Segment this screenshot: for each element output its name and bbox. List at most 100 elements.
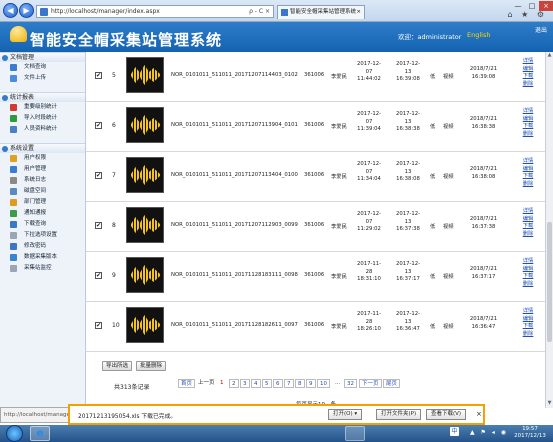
sidebar-item-notifications[interactable]: 通知通报 [0, 208, 85, 219]
page-number-link[interactable]: 6 [273, 379, 283, 388]
page-number-link[interactable]: 7 [284, 379, 294, 388]
page-number-link[interactable]: 8 [295, 379, 305, 388]
delete-link[interactable]: 删除 [518, 131, 538, 139]
open-file-button[interactable]: 打开(O) ▾ [328, 409, 363, 420]
download-link[interactable]: 下载 [518, 123, 538, 131]
app-taskbar-icon[interactable] [345, 426, 365, 441]
sidebar-item-disk-space[interactable]: 磁盘空间 [0, 186, 85, 197]
prev-page-button[interactable]: 上一页 [196, 379, 217, 388]
import-date: 2017-12- [395, 111, 421, 117]
language-link[interactable]: English [467, 31, 490, 39]
sidebar-item-system-log[interactable]: 系统日志 [0, 175, 85, 186]
delete-link[interactable]: 删除 [518, 81, 538, 89]
audio-waveform-thumbnail[interactable] [126, 57, 164, 93]
sidebar-item-station-monitor[interactable]: 采集站监控 [0, 263, 85, 274]
sidebar-item-dropdown-settings[interactable]: 下拉选项设置 [0, 230, 85, 241]
download-link[interactable]: 下载 [518, 173, 538, 181]
row-checkbox[interactable]: ✔ [95, 172, 102, 179]
first-page-button[interactable]: 首页 [178, 379, 196, 388]
page-number-link[interactable]: 32 [344, 379, 357, 388]
audio-waveform-thumbnail[interactable] [126, 207, 164, 243]
detail-link[interactable]: 详情 [518, 208, 538, 216]
delete-link[interactable]: 删除 [518, 331, 538, 339]
password-icon [10, 243, 17, 250]
input-language-icon[interactable]: 中 [450, 427, 459, 436]
clock[interactable]: 19:57 2017/12/13 [510, 426, 550, 440]
page-number-link[interactable]: 5 [262, 379, 272, 388]
tab-close-icon[interactable]: × [356, 6, 361, 19]
page-number-link[interactable]: 4 [251, 379, 261, 388]
page-number-link[interactable]: 1 [218, 379, 226, 388]
row-checkbox[interactable]: ✔ [95, 222, 102, 229]
sidebar-item-document-query[interactable]: 文档查询 [0, 62, 85, 73]
view-downloads-button[interactable]: 查看下载(V) [426, 409, 467, 420]
delete-link[interactable]: 删除 [518, 181, 538, 189]
row-actions: 详情 编辑 下载 删除 [518, 258, 538, 288]
waveform-icon [131, 265, 161, 285]
back-button[interactable]: ◀ [3, 3, 18, 18]
page-ellipsis[interactable]: ... [333, 379, 343, 388]
detail-link[interactable]: 详情 [518, 258, 538, 266]
sidebar-item-file-upload[interactable]: 文件上传 [0, 73, 85, 84]
row-checkbox[interactable]: ✔ [95, 122, 102, 129]
next-page-button[interactable]: 下一页 [359, 379, 382, 388]
sidebar-item-user-management[interactable]: 用户管理 [0, 164, 85, 175]
import-time: 2017-12- 13 16:39:08 [391, 61, 425, 84]
sidebar-item-change-password[interactable]: 修改密码 [0, 241, 85, 252]
page-number-link[interactable]: 9 [306, 379, 316, 388]
delete-link[interactable]: 删除 [518, 281, 538, 289]
scroll-down-icon[interactable]: ▼ [546, 400, 553, 408]
system-tray-icons[interactable]: ▲ ⚑ ◂ ◉ [470, 429, 508, 436]
open-folder-button[interactable]: 打开文件夹(P) [376, 409, 422, 420]
home-favorites-settings-icons[interactable]: ⌂ ★ ⚙ [507, 10, 547, 19]
sidebar-item-personnel-stats[interactable]: 人员资料统计 [0, 124, 85, 135]
download-link[interactable]: 下载 [518, 73, 538, 81]
detail-link[interactable]: 详情 [518, 58, 538, 66]
open-dropdown-icon[interactable]: ▾ [354, 411, 357, 417]
logout-link[interactable]: 退出 [535, 25, 547, 34]
detail-link[interactable]: 详情 [518, 108, 538, 116]
vertical-scrollbar[interactable]: ▲ ▼ [545, 52, 553, 408]
row-checkbox[interactable]: ✔ [95, 272, 102, 279]
sidebar-item-user-permissions[interactable]: 用户权限 [0, 153, 85, 164]
close-download-bar-icon[interactable]: × [476, 410, 482, 418]
sidebar-group-settings[interactable]: 系统设置 [0, 143, 85, 153]
internet-explorer-taskbar-icon[interactable]: e [30, 426, 50, 441]
detail-link[interactable]: 详情 [518, 158, 538, 166]
row-checkbox[interactable]: ✔ [95, 322, 102, 329]
page-number-link[interactable]: 2 [229, 379, 239, 388]
download-link[interactable]: 下载 [518, 223, 538, 231]
start-button[interactable] [6, 425, 23, 442]
batch-delete-button[interactable]: 批量删除 [136, 361, 167, 371]
page-number-link[interactable]: 10 [317, 379, 330, 388]
scroll-thumb[interactable] [547, 222, 552, 342]
sidebar-group-reports[interactable]: 统计报表 [0, 92, 85, 102]
sidebar-item-download-query[interactable]: 下载查询 [0, 219, 85, 230]
audio-waveform-thumbnail[interactable] [126, 107, 164, 143]
upload-time: 2018/7/21 16:37:38 [466, 216, 501, 231]
row-checkbox[interactable]: ✔ [95, 72, 102, 79]
address-tools[interactable]: ρ - C × [249, 6, 270, 17]
sidebar-item-importance-stats[interactable]: 重要级别统计 [0, 102, 85, 113]
detail-link[interactable]: 详情 [518, 308, 538, 316]
delete-link[interactable]: 删除 [518, 231, 538, 239]
scroll-up-icon[interactable]: ▲ [546, 52, 553, 60]
last-page-button[interactable]: 尾页 [383, 379, 401, 388]
sidebar-item-department-management[interactable]: 部门管理 [0, 197, 85, 208]
row-actions: 详情 编辑 下载 删除 [518, 158, 538, 188]
download-link[interactable]: 下载 [518, 273, 538, 281]
audio-waveform-thumbnail[interactable] [126, 307, 164, 343]
export-selected-button[interactable]: 导出所选 [102, 361, 133, 371]
forward-button[interactable]: ▶ [19, 3, 34, 18]
address-url[interactable]: http://localhost/manager/index.aspx [51, 8, 160, 15]
import-clock: 16:37:17 [396, 276, 420, 282]
sidebar-item-collector-version[interactable]: 数据采集版本 [0, 252, 85, 263]
audio-waveform-thumbnail[interactable] [126, 257, 164, 293]
browser-tab[interactable]: 智能安全帽采集站管理系统 × [277, 5, 365, 19]
sidebar-group-documents[interactable]: 文档管理 [0, 52, 85, 62]
page-number-link[interactable]: 3 [240, 379, 250, 388]
address-bar[interactable]: http://localhost/manager/index.aspx ρ - … [36, 5, 274, 18]
download-link[interactable]: 下载 [518, 323, 538, 331]
sidebar-item-import-period-stats[interactable]: 导入时段统计 [0, 113, 85, 124]
audio-waveform-thumbnail[interactable] [126, 157, 164, 193]
